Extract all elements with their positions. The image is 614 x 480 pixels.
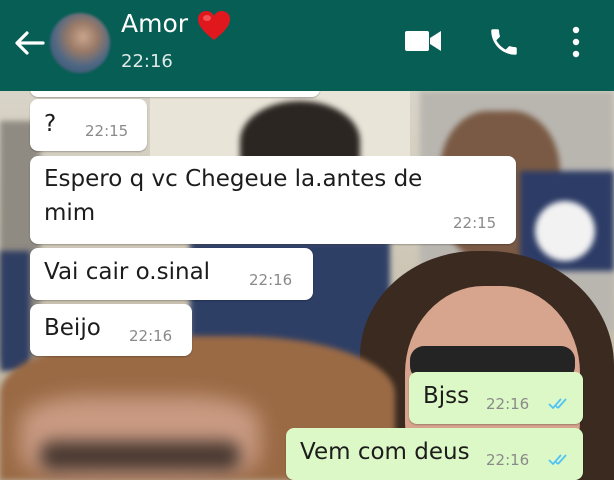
- message-text-line2: mim: [44, 200, 96, 226]
- message-text: Vai cair o.sinal: [44, 259, 211, 285]
- message-bubble-incoming[interactable]: Espero q vc Chegeue la.antes de mim 22:1…: [30, 156, 516, 244]
- message-bubble-outgoing[interactable]: Bjss 22:16: [409, 372, 583, 424]
- read-ticks-icon: [548, 454, 567, 466]
- read-ticks-icon: [548, 398, 567, 410]
- message-text: Vem com deus: [300, 439, 470, 465]
- message-bubble-incoming[interactable]: Beijo 22:16: [30, 304, 192, 356]
- chat-area[interactable]: ? 22:15 Espero q vc Chegeue la.antes de …: [0, 91, 614, 480]
- contact-avatar[interactable]: [50, 13, 110, 73]
- message-time: 22:15: [453, 214, 497, 232]
- message-time: 22:16: [486, 451, 530, 469]
- phone-icon[interactable]: [487, 25, 521, 59]
- back-arrow-icon[interactable]: [12, 28, 46, 58]
- last-seen-time: 22:16: [121, 51, 173, 72]
- contact-name[interactable]: Amor: [121, 9, 188, 38]
- video-call-icon[interactable]: [404, 26, 442, 56]
- wallpaper-blurred-glasses: [40, 441, 240, 471]
- message-text: Bjss: [423, 383, 470, 409]
- chat-header: Amor 22:16: [0, 0, 614, 91]
- message-time: 22:15: [85, 122, 129, 140]
- message-time: 22:16: [249, 271, 293, 289]
- message-bubble-incoming[interactable]: ? 22:15: [30, 99, 147, 151]
- more-vert-icon[interactable]: [568, 25, 584, 59]
- wallpaper-chair: [535, 201, 595, 261]
- message-bubble-partial[interactable]: [30, 91, 320, 97]
- message-time: 22:16: [486, 395, 530, 413]
- wallpaper-figure-left-shirt: [0, 251, 30, 371]
- heart-emoji: [198, 11, 230, 40]
- message-text: ?: [44, 111, 57, 137]
- message-bubble-incoming[interactable]: Vai cair o.sinal 22:16: [30, 248, 313, 300]
- message-text: Beijo: [44, 315, 101, 341]
- message-bubble-outgoing[interactable]: Vem com deus 22:16: [286, 428, 583, 480]
- message-text-line1: Espero q vc Chegeue la.antes de: [44, 166, 423, 192]
- message-time: 22:16: [129, 327, 173, 345]
